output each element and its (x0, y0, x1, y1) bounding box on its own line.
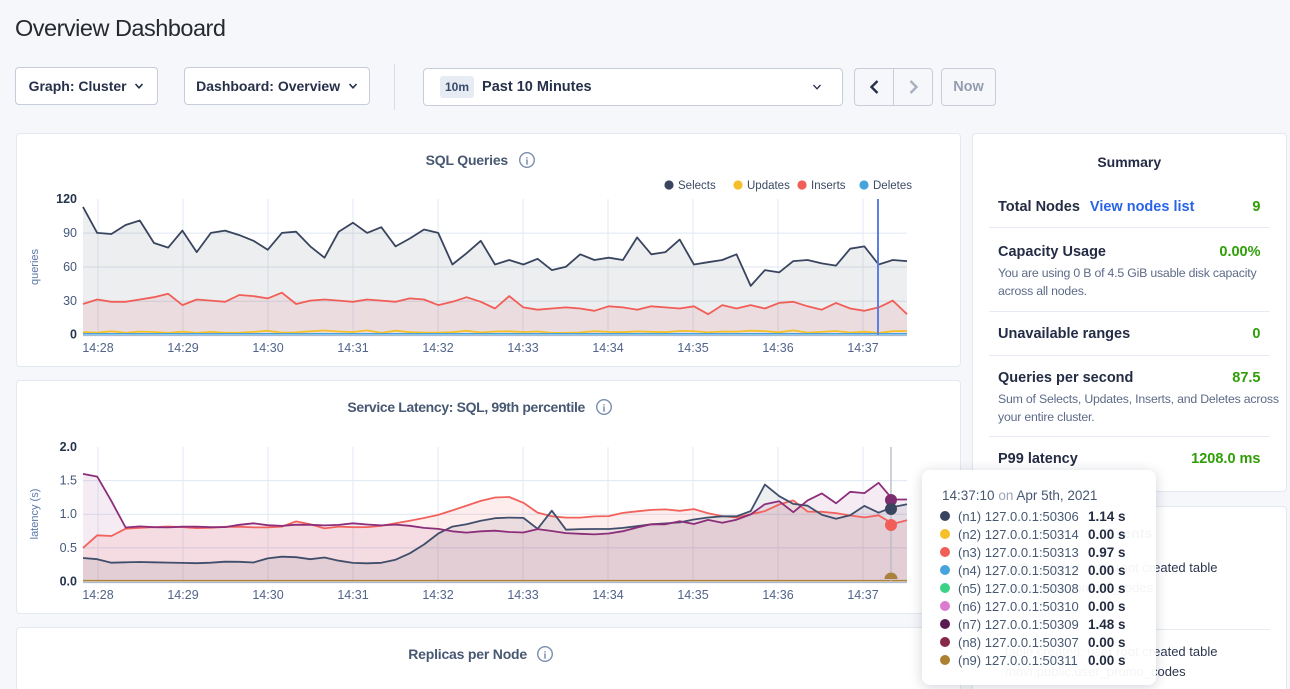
svg-text:14:28: 14:28 (82, 588, 113, 602)
svg-text:0.0: 0.0 (60, 575, 77, 589)
svg-text:14:34: 14:34 (592, 588, 623, 602)
svg-text:14:33: 14:33 (507, 588, 538, 602)
svg-text:0: 0 (70, 328, 77, 342)
svg-text:14:34: 14:34 (592, 341, 623, 355)
svg-text:14:32: 14:32 (422, 341, 453, 355)
svg-text:14:30: 14:30 (252, 588, 283, 602)
svg-text:1.0: 1.0 (60, 507, 77, 521)
svg-text:Updates: Updates (747, 180, 790, 192)
svg-text:SQL Queries: SQL Queries (426, 152, 509, 168)
svg-text:2.0: 2.0 (60, 440, 77, 454)
svg-text:latency (s): latency (s) (29, 489, 41, 540)
svg-text:0.5: 0.5 (60, 541, 77, 555)
svg-text:14:30: 14:30 (252, 341, 283, 355)
svg-text:Inserts: Inserts (811, 180, 846, 192)
svg-text:14:28: 14:28 (82, 341, 113, 355)
svg-text:90: 90 (63, 226, 77, 240)
svg-text:14:35: 14:35 (677, 341, 708, 355)
svg-text:60: 60 (63, 260, 77, 274)
svg-text:120: 120 (56, 192, 77, 206)
svg-text:queries: queries (29, 248, 41, 285)
svg-text:14:37: 14:37 (847, 341, 878, 355)
svg-text:14:33: 14:33 (507, 341, 538, 355)
svg-text:14:36: 14:36 (762, 588, 793, 602)
svg-text:1.5: 1.5 (60, 474, 77, 488)
svg-text:14:32: 14:32 (422, 588, 453, 602)
svg-text:Service Latency: SQL, 99th per: Service Latency: SQL, 99th percentile (347, 399, 585, 415)
svg-text:30: 30 (63, 294, 77, 308)
svg-text:14:31: 14:31 (337, 341, 368, 355)
svg-text:Replicas per Node: Replicas per Node (408, 646, 527, 662)
svg-text:i: i (603, 404, 606, 415)
svg-text:14:36: 14:36 (762, 341, 793, 355)
svg-text:14:29: 14:29 (167, 588, 198, 602)
svg-text:14:35: 14:35 (677, 588, 708, 602)
svg-text:i: i (526, 157, 529, 168)
svg-text:Selects: Selects (678, 180, 716, 192)
svg-text:14:31: 14:31 (337, 588, 368, 602)
svg-text:14:37: 14:37 (847, 588, 878, 602)
svg-text:i: i (544, 651, 547, 662)
svg-text:Deletes: Deletes (873, 180, 912, 192)
svg-text:14:29: 14:29 (167, 341, 198, 355)
